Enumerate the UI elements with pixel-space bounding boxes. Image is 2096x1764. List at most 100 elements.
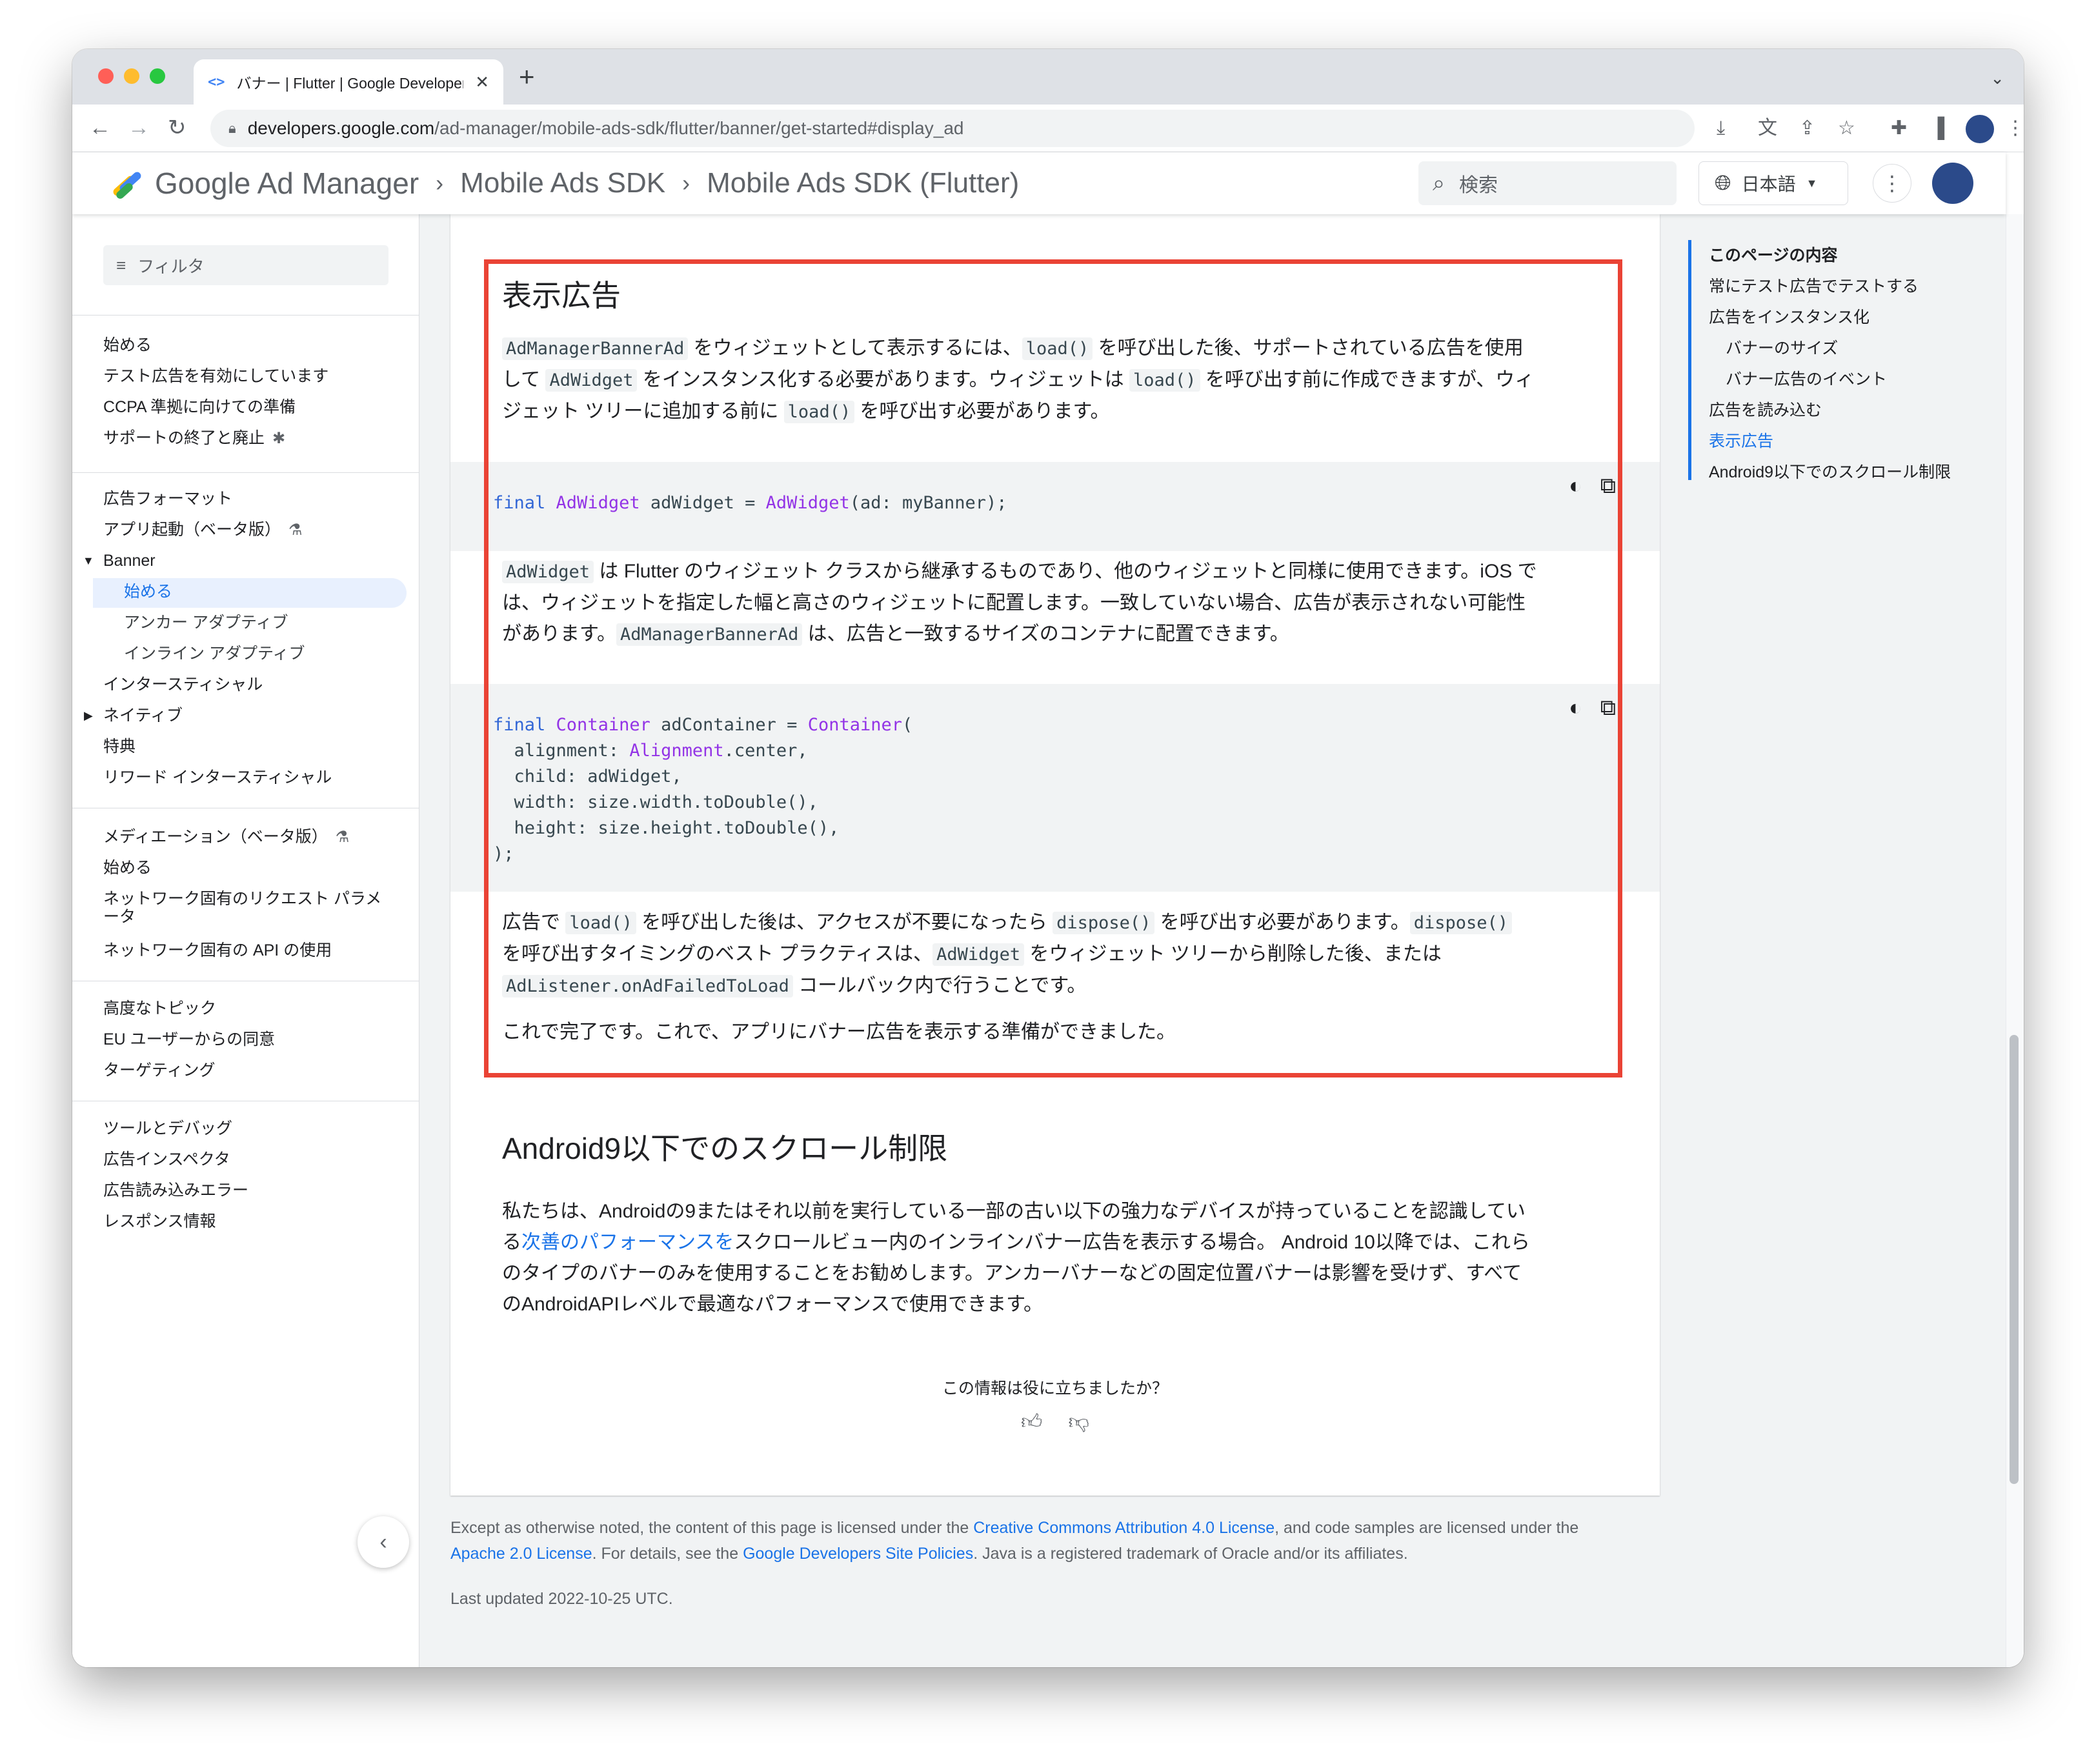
brand-name[interactable]: Google Ad Manager xyxy=(155,166,419,201)
maximize-window-button[interactable] xyxy=(150,68,165,84)
breadcrumb-mobile-ads-sdk[interactable]: Mobile Ads SDK xyxy=(460,167,665,199)
cc-license-link[interactable]: Creative Commons Attribution 4.0 License xyxy=(973,1519,1275,1537)
nav-item-app-open[interactable]: アプリ起動（ベータ版） ⚗ xyxy=(103,519,303,541)
nav-item-ad-inspector[interactable]: 広告インスペクタ xyxy=(103,1148,230,1170)
left-navigation: ≡ フィルタ 始める テスト広告を有効にしています CCPA 準拠に向けての準備… xyxy=(72,214,419,1667)
nav-item-network-api[interactable]: ネットワーク固有の API の使用 xyxy=(103,939,332,961)
nav-item-network-params[interactable]: ネットワーク固有のリクエスト パラメ xyxy=(103,888,381,910)
code-type: Container xyxy=(556,715,650,735)
code-text: width: size.width.toDouble(), xyxy=(493,792,818,812)
more-options-icon[interactable]: ⋮ xyxy=(1873,164,1911,203)
browser-menu-icon[interactable]: ⋮ xyxy=(2006,116,2024,141)
feedback-question: この情報は役に立ちましたか？ xyxy=(942,1379,1168,1398)
bookmark-star-icon[interactable]: ☆ xyxy=(1838,116,1855,141)
close-tab-icon[interactable]: ✕ xyxy=(475,72,489,92)
nav-item-test-ads[interactable]: テスト広告を有効にしています xyxy=(103,365,328,387)
code-type: Alignment xyxy=(629,741,724,761)
nav-item-ccpa[interactable]: CCPA 準拠に向けての準備 xyxy=(103,396,296,418)
install-icon[interactable]: ⤓ xyxy=(1717,116,1725,141)
nav-item-deprecation[interactable]: サポートの終了と廃止 ✱ xyxy=(103,427,285,450)
user-avatar[interactable] xyxy=(1932,163,1973,204)
nav-item-mediation-get-started[interactable]: 始める xyxy=(103,857,152,879)
profile-avatar[interactable] xyxy=(1966,115,1994,143)
forward-icon[interactable]: → xyxy=(128,111,150,145)
nav-item-load-errors[interactable]: 広告読み込みエラー xyxy=(103,1179,248,1201)
text: を呼び出した後は、アクセスが不要になったら xyxy=(636,912,1053,933)
window-controls xyxy=(98,68,165,84)
collapse-sidebar-chevron-left-icon[interactable]: ‹ xyxy=(358,1516,409,1568)
code-text: height: size.height.toDouble(), xyxy=(493,818,840,838)
nav-item-anchor-adaptive[interactable]: アンカー アダプティブ xyxy=(124,612,288,634)
nav-item-eu-consent[interactable]: EU ユーザーからの同意 xyxy=(103,1028,275,1050)
nav-item-interstitial[interactable]: インタースティシャル xyxy=(103,674,263,696)
site-policies-link[interactable]: Google Developers Site Policies xyxy=(743,1545,973,1563)
scrollbar-thumb[interactable] xyxy=(2010,1035,2019,1484)
browser-tab[interactable]: <> バナー | Flutter | Google Developers ✕ xyxy=(194,59,503,105)
nav-item-response-info[interactable]: レスポンス情報 xyxy=(103,1210,216,1232)
side-panel-icon[interactable]: ▐ xyxy=(1931,116,1944,141)
toc-item-banner-sizes[interactable]: バナーのサイズ xyxy=(1726,336,1838,359)
toc-item-banner-events[interactable]: バナー広告のイベント xyxy=(1726,366,1887,390)
text: をウィジェット ツリーから削除した後、または xyxy=(1024,943,1442,965)
nav-item-get-started[interactable]: 始める xyxy=(103,334,152,356)
text: のタイプのバナーのみを使用することをお勧めします。アンカーバナーなどの固定位置バ… xyxy=(502,1263,1522,1284)
new-tab-button[interactable]: + xyxy=(519,63,535,90)
minimize-window-button[interactable] xyxy=(124,68,139,84)
inline-code: load() xyxy=(783,401,855,423)
code-type: Container xyxy=(807,715,903,735)
nav-item-banner-get-started[interactable]: 始める xyxy=(124,581,172,603)
toc-item-android9[interactable]: Android9以下でのスクロール制限 xyxy=(1709,459,1951,483)
theme-toggle-icon[interactable]: ◐ xyxy=(1569,474,1582,499)
filter-placeholder: フィルタ xyxy=(137,256,205,276)
toc-item-test-ads[interactable]: 常にテスト広告でテストする xyxy=(1709,274,1919,297)
language-selector[interactable]: 🌐︎ 日本語 ▼ xyxy=(1698,161,1848,205)
nav-item-native[interactable]: ネイティブ xyxy=(103,705,183,727)
text: を呼び出した後、サポートされている広告を使用 xyxy=(1093,337,1524,359)
code-block-adwidget: ◐ ⧉ final AdWidget adWidget = AdWidget(a… xyxy=(450,462,1660,551)
nav-filter-input[interactable]: ≡ フィルタ xyxy=(103,245,388,285)
info-badge-icon: ✱ xyxy=(272,430,286,447)
nav-item-label: サポートの終了と廃止 xyxy=(103,429,265,447)
close-window-button[interactable] xyxy=(98,68,114,84)
language-label: 日本語 xyxy=(1741,174,1796,194)
back-icon[interactable]: ← xyxy=(89,111,111,145)
url-path: /ad-manager/mobile-ads-sdk/flutter/banne… xyxy=(434,118,964,138)
thumb-up-icon[interactable]: 👍︎ xyxy=(1021,1409,1042,1434)
theme-toggle-icon[interactable]: ◐ xyxy=(1569,696,1582,721)
expanded-arrow-icon[interactable]: ▼ xyxy=(83,550,94,572)
nav-item-banner[interactable]: Banner xyxy=(103,550,156,572)
nav-item-network-params-cont[interactable]: ータ xyxy=(103,906,136,928)
breadcrumb-flutter[interactable]: Mobile Ads SDK (Flutter) xyxy=(707,167,1019,199)
collapsed-arrow-icon[interactable]: ▶ xyxy=(84,705,93,727)
translate-icon[interactable]: 文 xyxy=(1758,116,1777,141)
toc-item-instantiate[interactable]: 広告をインスタンス化 xyxy=(1709,305,1869,328)
search-placeholder: 検索 xyxy=(1459,175,1498,196)
text: を呼び出すタイミングのベスト プラクティスは、 xyxy=(502,943,933,965)
code-keyword: final xyxy=(493,493,546,513)
share-icon[interactable]: ⇪ xyxy=(1799,116,1815,141)
code-actions: ◐ ⧉ xyxy=(1569,696,1616,721)
nav-item-inline-adaptive[interactable]: インライン アダプティブ xyxy=(124,643,305,665)
nav-item-targeting[interactable]: ターゲティング xyxy=(103,1059,216,1081)
reload-icon[interactable]: ↻ xyxy=(168,111,186,145)
address-bar[interactable]: 🔒︎ developers.google.com/ad-manager/mobi… xyxy=(210,110,1695,147)
thumb-down-icon[interactable]: 👎︎ xyxy=(1068,1409,1089,1434)
google-ad-manager-logo[interactable] xyxy=(108,165,147,201)
apache-license-link[interactable]: Apache 2.0 License xyxy=(450,1545,592,1563)
copy-icon[interactable]: ⧉ xyxy=(1600,474,1616,499)
toc-item-load-ad[interactable]: 広告を読み込む xyxy=(1709,397,1822,421)
nav-item-rewarded-interstitial[interactable]: リワード インタースティシャル xyxy=(103,767,332,788)
url-domain: developers.google.com xyxy=(247,118,435,138)
copy-icon[interactable]: ⧉ xyxy=(1600,696,1616,721)
toc-item-display-ad[interactable]: 表示広告 xyxy=(1709,428,1773,452)
nav-item-rewarded[interactable]: 特典 xyxy=(103,736,136,757)
text: をウィジェットとして表示するには、 xyxy=(688,337,1022,359)
text: を呼び出す必要があります。 xyxy=(1154,912,1410,933)
extensions-icon[interactable]: ✚ xyxy=(1891,116,1907,141)
text: は、ウィジェットを指定した幅と高さのウィジェットに配置します。一致していない場合… xyxy=(502,592,1526,614)
suboptimal-performance-link[interactable]: 次善のパフォーマンスを xyxy=(521,1232,734,1253)
favicon-icon: <> xyxy=(208,74,225,90)
inline-code: load() xyxy=(1022,337,1093,360)
site-search-input[interactable]: ⌕ 検索 xyxy=(1418,161,1677,205)
tab-search-chevron-icon[interactable]: ⌄ xyxy=(1990,68,2004,88)
